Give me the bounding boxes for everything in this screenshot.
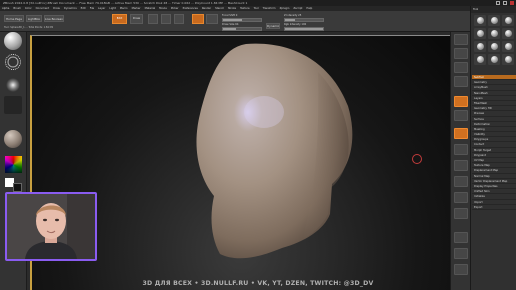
zoom-3d-button[interactable]	[454, 192, 468, 203]
tool-thumbnail[interactable]	[502, 54, 514, 65]
dynamic-button[interactable]: Dynamic	[266, 23, 280, 29]
brush-icon[interactable]	[4, 32, 22, 50]
stroke-icon[interactable]	[5, 54, 21, 70]
tool-thumbnail[interactable]	[474, 15, 486, 26]
streamer-portrait	[7, 194, 95, 259]
solo-button[interactable]	[454, 264, 468, 275]
tool-thumbnail[interactable]	[474, 28, 486, 39]
rotate-button[interactable]	[174, 14, 184, 24]
title-text: ZBrush 2022.0.8 [3d.nullf.ru] ZBrush Doc…	[3, 1, 248, 5]
local-button[interactable]	[454, 128, 468, 139]
window-controls	[496, 0, 514, 5]
scale-button[interactable]	[161, 14, 171, 24]
xyz-button[interactable]	[454, 144, 468, 155]
z-intensity-slider[interactable]	[284, 18, 324, 22]
frame-button[interactable]	[454, 160, 468, 171]
right-shelf	[450, 32, 470, 290]
focal-shift-slider[interactable]	[222, 18, 262, 22]
texture-icon[interactable]	[4, 96, 22, 114]
top-toolbar: Home Page LightBox Live Boolean Edit Dra…	[0, 11, 470, 32]
focal-shift-label: Focal Shift 0	[222, 14, 238, 17]
secondary-color-swatch[interactable]	[13, 183, 22, 192]
tool-thumbnail-grid	[474, 15, 514, 65]
tool-thumbnail[interactable]	[502, 15, 514, 26]
draw-button[interactable]: Draw	[130, 14, 143, 24]
webcam-overlay	[5, 192, 97, 261]
scroll-button[interactable]	[454, 62, 468, 73]
palette-title[interactable]: Tool	[471, 6, 516, 13]
z-intensity-label: Z Intensity 25	[284, 14, 302, 17]
zsub-button[interactable]	[206, 14, 218, 24]
zoom-button[interactable]	[454, 76, 468, 87]
spix-button[interactable]	[454, 48, 468, 59]
maximize-icon[interactable]	[503, 1, 507, 5]
tool-thumbnail[interactable]	[474, 41, 486, 52]
palette-menu-list: SubTool Geometry ArrayMesh NanoMesh Layers Fi…	[472, 75, 516, 210]
bpr-button[interactable]	[454, 34, 468, 45]
rgb-intensity-slider[interactable]	[284, 27, 324, 31]
tool-thumbnail[interactable]	[474, 54, 486, 65]
tool-palette: Tool SubTool Geometry ArrayMesh NanoMesh Lay…	[470, 6, 516, 290]
material-icon[interactable]	[4, 130, 22, 148]
polyf-button[interactable]	[454, 232, 468, 243]
persp-button[interactable]	[454, 96, 468, 107]
transp-button[interactable]	[454, 248, 468, 259]
rgb-intensity-label: Rgb Intensity 100	[284, 23, 307, 26]
tool-thumbnail[interactable]	[488, 54, 500, 65]
home-page-button[interactable]: Home Page	[4, 15, 24, 22]
floor-button[interactable]	[454, 110, 468, 121]
tool-status-text: Tool: Sphere3D_1 ... Total Points: 1.84 …	[4, 26, 54, 29]
live-boolean-button[interactable]: Live Boolean	[44, 15, 64, 22]
tool-thumbnail[interactable]	[502, 28, 514, 39]
draw-size-slider[interactable]	[222, 27, 262, 31]
palette-item-export[interactable]: Export	[472, 205, 516, 210]
tool-thumbnail[interactable]	[488, 41, 500, 52]
zbrush-window: { "titlebar": { "text": "ZBrush 2022.0.8…	[0, 0, 516, 290]
tool-thumbnail[interactable]	[488, 28, 500, 39]
edit-button[interactable]: Edit	[112, 14, 127, 24]
minimize-icon[interactable]	[496, 1, 500, 5]
lightbox-button[interactable]: LightBox	[26, 15, 42, 22]
close-icon[interactable]	[510, 1, 514, 5]
rotate-view-button[interactable]	[454, 208, 468, 219]
channel-banner: 3D ДЛЯ ВСЕХ • 3D.NULLF.RU • VK, YT, DZEN…	[142, 280, 374, 287]
draw-size-label: Draw Size 64	[222, 23, 239, 26]
zadd-button[interactable]	[192, 14, 204, 24]
move-view-button[interactable]	[454, 176, 468, 187]
brush-cursor-icon	[412, 154, 422, 164]
tool-thumbnail[interactable]	[502, 41, 514, 52]
color-picker[interactable]	[5, 156, 22, 173]
tool-thumbnail[interactable]	[488, 15, 500, 26]
move-button[interactable]	[148, 14, 158, 24]
alpha-icon[interactable]	[6, 78, 20, 92]
